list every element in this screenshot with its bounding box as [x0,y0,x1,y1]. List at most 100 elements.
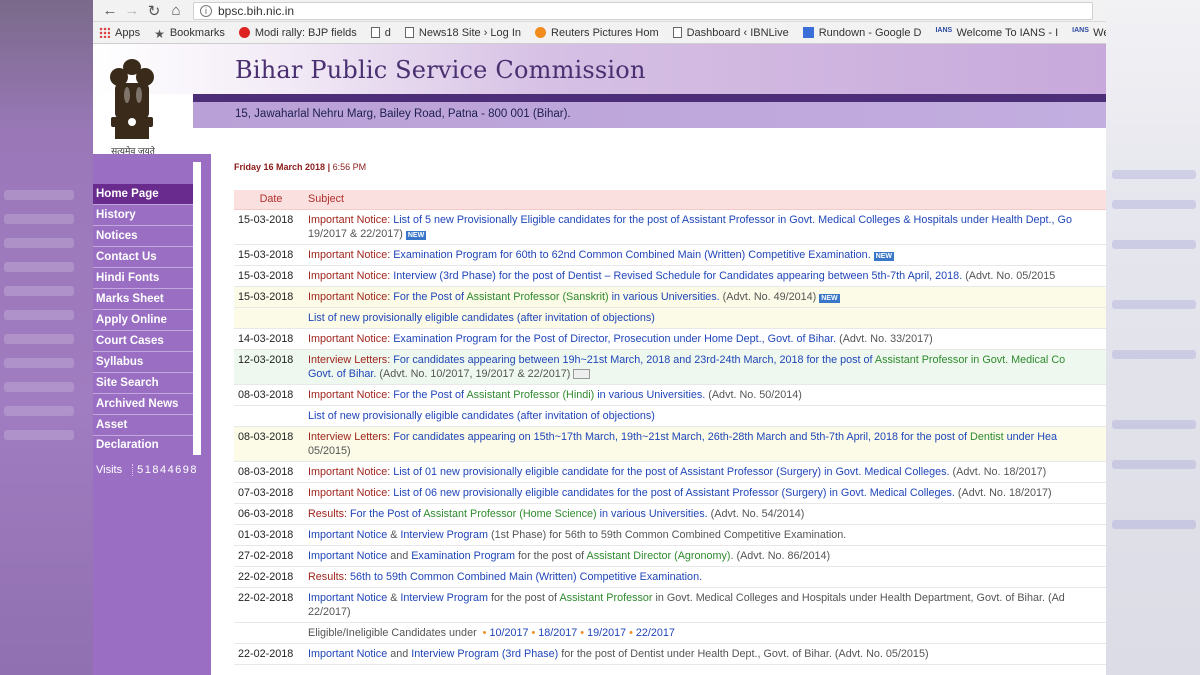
red-circle-icon [238,27,250,38]
notice-link[interactable]: For candidates appearing on 15th~17th Ma… [393,431,970,443]
menu-item-hindi-fonts[interactable]: Hindi Fonts [93,268,193,289]
bookmark-item[interactable]: Reuters Pictures Hom [535,27,659,39]
notice-date: 15-03-2018 [234,286,304,308]
notice-text: Important Notice: [308,213,394,226]
bookmark-item[interactable]: IANS Welco [1072,27,1106,39]
notice-link[interactable]: 22/2017 [636,627,675,639]
notice-link[interactable]: Assistant Director (Agronomy) [587,550,731,562]
bookmark-item[interactable]: Apps [99,27,140,39]
main-menu: Home Page History Notices Contact Us Hindi F… [93,184,193,451]
notice-link[interactable]: For the Post of [393,291,466,303]
notice-link[interactable]: Assistant Professor (Sanskrit) [466,291,608,303]
menu-item-history[interactable]: History [93,205,193,226]
menu-item-contact-us[interactable]: Contact Us [93,247,193,268]
date-column-header: Date [234,190,304,210]
notice-subject: Eligible/Ineligible Candidates under • 10… [304,622,1106,644]
notice-link[interactable]: Important Notice [308,648,387,660]
document-icon [370,27,380,38]
notice-link[interactable]: in various Universities. [609,291,720,303]
bullet-icon: • [580,626,585,639]
notice-link[interactable]: under Hea [1004,431,1057,443]
table-row: 27-02-2018 Important Notice and Examinati… [234,545,1106,567]
bookmark-item[interactable]: d [370,26,391,39]
bookmark-item[interactable]: Dashboard ‹ IBNLive [672,27,789,39]
table-row: 12-03-2018 Interview Letters: For candida… [234,349,1106,385]
blurred-background-right [1106,0,1200,675]
notice-text: (Advt. No. 33/2017) [836,332,933,345]
bookmark-item[interactable]: Rundown - Google D [802,27,921,39]
table-row: 08-03-2018 Interview Letters: For candida… [234,426,1106,462]
notice-date: 22-02-2018 [234,643,304,665]
bookmark-item[interactable]: News18 Site › Log In [404,27,521,39]
notice-link[interactable]: Important Notice [308,592,387,604]
notice-link[interactable]: Interview (3rd Phase) for the post of De… [393,270,962,282]
menu-item-notices[interactable]: Notices [93,226,193,247]
notice-link[interactable]: Assistant Professor [559,592,652,604]
document-icon [672,27,682,38]
bookmark-item[interactable]: Modi rally: BJP fields [238,27,357,39]
new-badge-icon: NEW [873,251,895,261]
notice-link[interactable]: Assistant Professor (Hindi) [466,389,594,401]
ians-icon: IANS [935,27,953,34]
notice-link[interactable]: Important Notice [308,550,387,562]
notice-link[interactable]: For candidates appearing between 19h~21s… [393,354,875,366]
notice-link[interactable]: Assistant Professor in Govt. Medical Co [875,354,1065,366]
notice-link[interactable]: List of new provisionally eligible candi… [308,410,655,422]
bpsc-page: Bihar Public Service Commission 15, Jawa… [93,44,1106,675]
notice-link[interactable]: Important Notice [308,529,387,541]
notice-link[interactable]: Dentist [970,431,1004,443]
notice-link[interactable]: 18/2017 [538,627,577,639]
menu-item-archived-news[interactable]: Archived News [93,394,193,415]
notice-link[interactable]: List of 06 new provisionally eligible ca… [393,487,955,499]
notice-text: & [387,591,401,604]
menu-item-marks-sheet[interactable]: Marks Sheet [93,289,193,310]
visits-counter: Visits 51844698 [96,464,199,476]
menu-item-asset-declaration[interactable]: Asset Declaration [93,415,193,451]
notice-text: for the post of [488,591,560,604]
bookmark-item[interactable]: IANS Welcome To IANS - I [935,27,1058,39]
menu-item-apply-online[interactable]: Apply Online [93,310,193,331]
notice-link[interactable]: in various Universities. [597,508,708,520]
menu-item-site-search[interactable]: Site Search [93,373,193,394]
notice-link[interactable]: List of new provisionally eligible candi… [308,312,655,324]
notice-subject: Important Notice & Interview Program (1s… [304,524,1106,546]
notice-link[interactable]: 56th to 59th Common Combined Main (Writt… [350,571,702,583]
info-icon[interactable]: i [200,4,212,17]
bookmark-item[interactable]: ★ Bookmarks [154,26,225,42]
google-doc-icon [802,27,814,38]
notice-link[interactable]: List of 5 new Provisionally Eligible can… [393,214,1072,226]
forward-arrow-icon[interactable]: → [121,1,143,21]
notice-link[interactable]: 19/2017 [587,627,626,639]
notice-link[interactable]: Govt. of Bihar. [308,368,376,380]
notice-link[interactable]: For the Post of [350,508,423,520]
table-row: 15-03-2018 Important Notice: List of 5 ne… [234,209,1106,245]
notice-link[interactable]: Examination Program [411,550,515,562]
notice-subject: Important Notice: List of 5 new Provisio… [304,209,1106,245]
menu-item-court-cases[interactable]: Court Cases [93,331,193,352]
notice-text: Important Notice: [308,269,394,282]
back-arrow-icon[interactable]: ← [99,1,121,21]
notice-link[interactable]: Interview Program (3rd Phase) [411,648,558,660]
notice-link[interactable]: List of 01 new provisionally eligible ca… [393,466,949,478]
menu-item-syllabus[interactable]: Syllabus [93,352,193,373]
notice-link[interactable]: Examination Program for the Post of Dire… [393,333,836,345]
notice-link[interactable]: Assistant Professor (Home Science) [423,508,596,520]
bookmark-label: Reuters Pictures Hom [551,26,659,39]
notice-link[interactable]: Interview Program [400,529,488,541]
notice-link[interactable]: 10/2017 [489,627,528,639]
notice-text: (1st Phase) for 56th to 59th Common Comb… [488,528,847,541]
notice-text: Important Notice: [308,388,394,401]
reload-icon[interactable]: ↻ [143,1,165,21]
notice-link[interactable]: Examination Program for 60th to 62nd Com… [393,249,870,261]
table-row: 08-03-2018 Important Notice: List of 01 n… [234,461,1106,483]
bookmark-label: Welcome To IANS - I [956,26,1059,39]
bookmark-label: d [384,26,391,39]
home-icon[interactable]: ⌂ [165,1,187,21]
url-input[interactable]: i bpsc.bih.nic.in [193,1,1093,20]
notice-link[interactable]: For the Post of [393,389,466,401]
notice-link[interactable]: in various Universities. [594,389,705,401]
notice-text: (Advt. No. 54/2014) [707,507,805,520]
notice-link[interactable]: Interview Program [400,592,488,604]
bookmark-label: Bookmarks [169,26,225,39]
menu-item-home-page[interactable]: Home Page [93,184,193,205]
